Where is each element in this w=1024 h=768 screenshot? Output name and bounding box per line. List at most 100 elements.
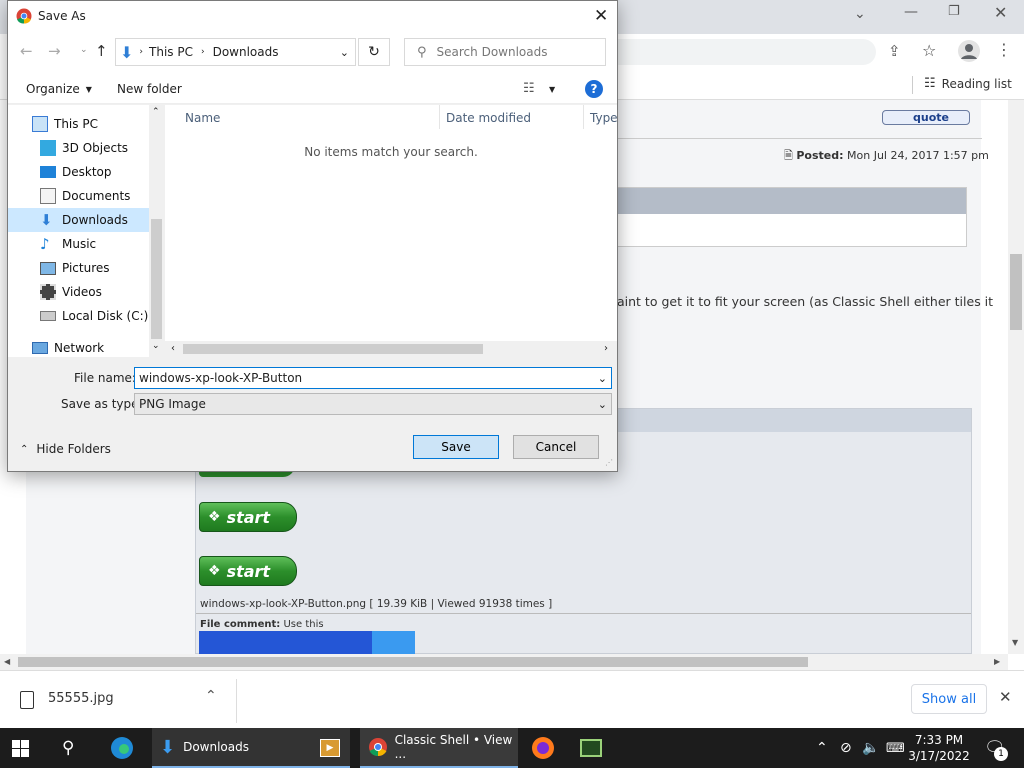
scroll-thumb[interactable] [1010,254,1022,330]
tree-item-label: Desktop [62,165,112,179]
save-button[interactable]: Save [413,435,499,459]
tree-item-downloads[interactable]: ⬇ Downloads [8,208,154,232]
caret-down-icon[interactable]: ▼ [549,85,555,94]
new-folder-button[interactable]: New folder [117,82,182,96]
close-window-icon[interactable]: ✕ [994,3,1007,22]
view-options-icon[interactable]: ☷ [523,81,535,96]
tree-item-3d-objects[interactable]: 3D Objects [8,136,154,160]
tree-scrollbar[interactable]: ⌃ ⌄ [149,105,164,357]
close-shelf-icon[interactable]: ✕ [999,688,1012,706]
download-icon: ⬇ [40,211,53,229]
cancel-button[interactable]: Cancel [513,435,599,459]
language-icon[interactable]: ⌨ [886,728,905,768]
hide-folders-button[interactable]: ⌃ Hide Folders [20,442,111,456]
recent-chevron-icon[interactable]: ⌄ [80,45,88,55]
chevron-down-icon[interactable]: ⌄ [598,372,607,385]
tree-item-network[interactable]: Network [8,336,154,360]
scroll-thumb[interactable] [183,344,483,354]
scroll-right-icon[interactable]: ▶ [994,657,1000,666]
tab-search-icon[interactable]: ⌄ [854,6,866,22]
up-icon[interactable]: ↑ [95,42,108,60]
tree-item-videos[interactable]: Videos [8,280,154,304]
download-item-name[interactable]: 55555.jpg [48,691,114,706]
restore-icon[interactable]: ❐ [948,4,960,19]
show-hidden-icons[interactable]: ⌃ [816,728,828,768]
chevron-down-icon[interactable]: ⌄ [340,46,349,59]
profile-avatar[interactable] [958,40,980,62]
column-header-type[interactable]: Type [590,111,618,125]
minimize-icon[interactable]: — [904,4,918,20]
notification-badge: 1 [994,747,1008,761]
scroll-down-icon[interactable]: ⌄ [152,341,160,351]
save-as-dialog: Save As ✕ ← → ⌄ ↑ ⬇ › This PC › Download… [7,0,618,472]
empty-message: No items match your search. [304,145,478,159]
task-manager-icon[interactable] [580,728,604,768]
notification-center[interactable]: 🗨 1 [984,728,1010,768]
column-header-name[interactable]: Name [185,111,220,125]
divider [196,613,971,614]
tree-item-desktop[interactable]: Desktop [8,160,154,184]
windows-flag-icon: ❖ [208,509,221,525]
vertical-scrollbar[interactable]: ▼ [1008,100,1024,654]
taskbar-chrome[interactable]: Classic Shell • View ... [360,728,518,768]
organize-button[interactable]: Organize ▼ [26,82,92,96]
back-icon[interactable]: ← [20,42,33,60]
tree-item-label: Downloads [62,213,128,227]
bookmark-star-icon[interactable]: ☆ [922,41,936,60]
column-header-date-modified[interactable]: Date modified [446,111,531,125]
scroll-left-icon[interactable]: ◀ [4,657,10,666]
firefox-icon[interactable] [531,728,557,768]
start-button[interactable] [12,728,36,768]
scroll-down-icon[interactable]: ▼ [1012,638,1018,647]
breadcrumb-this-pc[interactable]: This PC [149,45,193,59]
resize-grip-icon[interactable]: ⋰ [605,458,613,467]
chevron-down-icon[interactable]: ⌄ [598,398,607,411]
attachment-caption: windows-xp-look-XP-Button.png [ 19.39 Ki… [200,598,553,610]
edge-icon[interactable] [110,728,136,768]
scroll-thumb[interactable] [151,219,162,339]
volume-icon[interactable]: 🔈 [862,728,879,768]
tree-item-documents[interactable]: Documents [8,184,154,208]
breadcrumb[interactable]: ⬇ › This PC › Downloads ⌄ [115,38,356,66]
chrome-icon [16,8,32,24]
breadcrumb-downloads[interactable]: Downloads [213,45,279,59]
share-icon[interactable]: ⇪ [888,42,901,60]
tree-item-pictures[interactable]: Pictures [8,256,154,280]
scroll-right-icon[interactable]: › [604,343,608,354]
save-options: File name: windows-xp-look-XP-Button ⌄ S… [8,358,617,471]
desktop-icon [40,166,56,178]
search-input[interactable]: ⚲ Search Downloads [404,38,606,66]
clock-date: 3/17/2022 [908,749,970,763]
tree-item-this-pc[interactable]: This PC [8,112,154,136]
show-all-label: Show all [921,691,977,707]
clock-time: 7:33 PM [914,733,964,747]
quote-button[interactable]: quote [882,110,970,125]
save-type-select[interactable]: PNG Image ⌄ [134,393,612,415]
close-icon[interactable]: ✕ [594,6,608,26]
forward-icon[interactable]: → [48,42,61,60]
tree-item-local-disk[interactable]: Local Disk (C:) [8,304,154,328]
taskbar-downloads-label: Downloads [183,740,249,754]
network-icon[interactable]: ⊘ [840,728,852,768]
scroll-thumb[interactable] [18,657,808,667]
media-player-icon[interactable]: ▶ [320,728,344,768]
menu-kebab-icon[interactable]: ⋮ [996,40,1012,59]
clock[interactable]: 7:33 PM 3/17/2022 [904,728,974,768]
reading-list-button[interactable]: ☷ Reading list [924,76,1012,91]
save-type-value: PNG Image [139,397,206,411]
show-all-button[interactable]: Show all [911,684,987,714]
help-icon[interactable]: ? [585,80,603,98]
scroll-up-icon[interactable]: ⌃ [152,107,160,117]
refresh-button[interactable]: ↻ [358,38,390,66]
pc-icon [32,116,48,132]
scroll-left-icon[interactable]: ‹ [171,343,175,354]
organize-label: Organize [26,82,80,96]
tree-item-label: 3D Objects [62,141,129,155]
tree-item-music[interactable]: ♪ Music [8,232,154,256]
search-icon[interactable]: ⚲ [62,728,86,768]
horizontal-scrollbar[interactable]: ◀ ▶ [0,654,1008,670]
xp-start-button-image: ❖ start [199,502,297,532]
file-name-field[interactable]: windows-xp-look-XP-Button ⌄ [134,367,612,389]
chevron-up-icon[interactable]: ⌃ [205,688,217,704]
file-list-hscrollbar[interactable]: ‹ › [165,341,617,357]
